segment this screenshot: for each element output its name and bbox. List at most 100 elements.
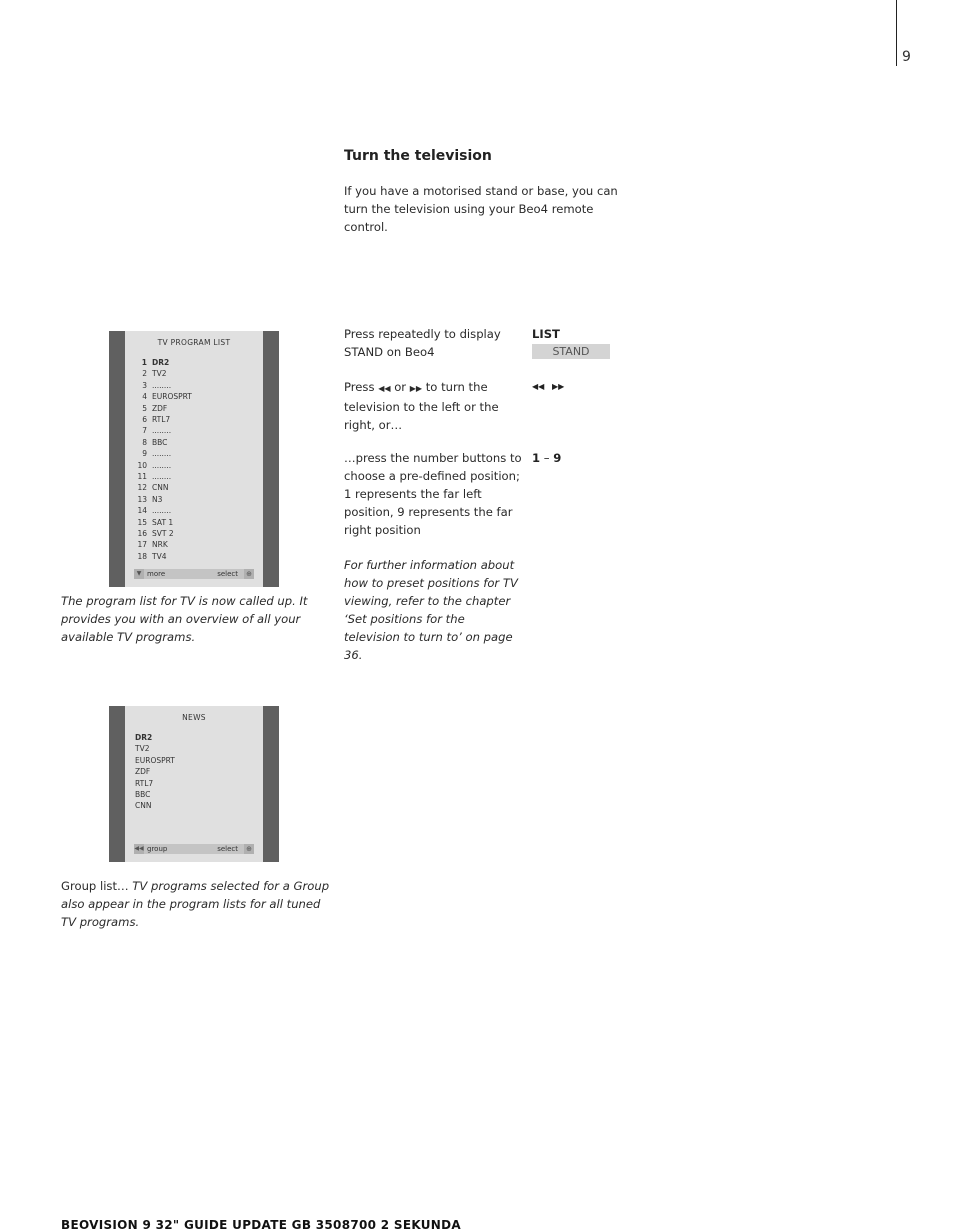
- program-name: N3: [152, 494, 163, 504]
- program-list-row[interactable]: 7........: [131, 426, 171, 435]
- section-heading: Turn the television: [344, 148, 492, 164]
- step-2-text-before: Press: [344, 380, 379, 394]
- number-key-to: 9: [553, 451, 562, 465]
- intro-paragraph: If you have a motorised stand or base, y…: [344, 184, 618, 234]
- program-name: TV4: [152, 551, 167, 561]
- program-name: SVT 2: [152, 529, 174, 538]
- program-name: ........: [152, 380, 172, 390]
- number-key-dash: –: [543, 451, 550, 465]
- program-number: 14: [137, 506, 147, 516]
- program-number: 15: [137, 517, 147, 527]
- program-name: CNN: [152, 483, 169, 493]
- page-rule: [896, 0, 897, 66]
- program-list-row[interactable]: 12 CNN: [131, 483, 168, 492]
- program-list-row[interactable]: 9........: [131, 449, 171, 458]
- group-label: group: [147, 845, 168, 853]
- number-key-from: 1: [532, 451, 541, 465]
- tv-program-list-title: TV PROGRAM LIST: [157, 338, 231, 347]
- page-number: 9: [902, 49, 911, 65]
- program-number: 2: [142, 369, 147, 379]
- program-name: NRK: [152, 540, 168, 550]
- program-number: 5: [142, 403, 147, 413]
- program-list-row[interactable]: 15 SAT 1: [131, 518, 173, 527]
- program-list-caption: The program list for TV is now called up…: [61, 594, 308, 644]
- program-list-row[interactable]: 6 RTL7: [131, 415, 170, 424]
- program-list-row[interactable]: 11........: [131, 472, 171, 481]
- globe-icon: ⊕: [244, 844, 254, 854]
- program-name: ........: [152, 472, 172, 481]
- rewind-key-icon: ◀◀: [532, 382, 545, 391]
- program-list-row[interactable]: 1 DR2: [131, 358, 169, 367]
- group-list-row[interactable]: RTL7: [135, 779, 153, 788]
- program-number: 10: [137, 460, 147, 470]
- program-number: 8: [142, 437, 147, 447]
- program-number: 3: [142, 380, 147, 390]
- program-name: ........: [152, 449, 172, 459]
- program-number: 11: [137, 472, 147, 481]
- step-3-text: …press the number buttons to choose a pr…: [344, 451, 522, 537]
- program-number: 7: [142, 426, 147, 436]
- step-2-text-mid: or: [390, 380, 410, 394]
- program-number: 4: [142, 392, 147, 402]
- step-2-text: Press ◀◀ or ▶▶ to turn the television to…: [344, 378, 522, 434]
- group-list-row[interactable]: EUROSPRT: [135, 756, 175, 765]
- tv-program-list-screen: TV PROGRAM LIST 1 DR2 2 TV2 3........ 4 EUROSP…: [109, 331, 279, 587]
- document-footer: BEOVISION 9 32" GUIDE UPDATE GB 3508700 …: [61, 1218, 461, 1232]
- program-name: ........: [152, 506, 172, 516]
- program-name: EUROSPRT: [152, 392, 192, 402]
- group-list-row[interactable]: DR2: [135, 733, 152, 742]
- fast-forward-icon: ▶▶: [409, 384, 423, 393]
- program-list-row[interactable]: 13 N3: [131, 495, 162, 504]
- program-name: DR2: [152, 358, 170, 367]
- program-list-row[interactable]: 4 EUROSPRT: [131, 392, 192, 401]
- tv-group-list-screen: NEWS DR2 TV2 EUROSPRT ZDF RTL7 BBC CNN ◀◀ grou…: [109, 706, 279, 862]
- fast-forward-key-icon: ▶▶: [551, 382, 565, 391]
- program-number: 13: [137, 494, 147, 504]
- program-number: 12: [137, 483, 147, 493]
- group-list-footer: ◀◀ group select ⊕: [134, 844, 254, 854]
- program-list-row[interactable]: 2 TV2: [131, 369, 166, 378]
- turn-keys: ◀◀ ▶▶: [532, 378, 564, 396]
- program-name: BBC: [152, 437, 168, 447]
- program-name: SAT 1: [152, 517, 174, 527]
- group-list-row[interactable]: TV2: [135, 744, 149, 753]
- down-arrow-icon: ▼: [134, 569, 144, 579]
- tv-program-list-footer: ▼ more select ⊕: [134, 569, 254, 579]
- more-label: more: [147, 570, 166, 578]
- group-list-caption-lead: Group list…: [61, 879, 133, 893]
- program-list-row[interactable]: 5 ZDF: [131, 404, 167, 413]
- further-info-note: For further information about how to pre…: [344, 558, 518, 662]
- group-list-title: NEWS: [182, 713, 206, 722]
- program-name: RTL7: [152, 415, 171, 424]
- program-name: ........: [152, 460, 172, 470]
- program-list-row[interactable]: 8 BBC: [131, 438, 167, 447]
- select-label: select: [217, 845, 238, 853]
- number-keys: 1 – 9: [532, 449, 561, 467]
- program-list-row[interactable]: 10........: [131, 461, 171, 470]
- globe-icon: ⊕: [244, 569, 254, 579]
- program-name: TV2: [152, 369, 167, 379]
- group-list-caption: Group list… TV programs selected for a G…: [61, 877, 331, 931]
- program-list-row[interactable]: 17 NRK: [131, 540, 168, 550]
- select-label: select: [217, 570, 238, 578]
- program-list-row[interactable]: 14........: [131, 506, 171, 515]
- rewind-icon: ◀◀: [134, 844, 144, 854]
- program-number: 16: [137, 529, 147, 538]
- program-number: 6: [142, 415, 147, 424]
- rewind-icon: ◀◀: [378, 384, 391, 393]
- program-list-row[interactable]: 16 SVT 2: [131, 529, 174, 538]
- program-list-row[interactable]: 3........: [131, 381, 171, 390]
- program-number: 18: [137, 551, 147, 561]
- list-key-label: LIST: [532, 327, 560, 341]
- program-number: 9: [142, 449, 147, 459]
- group-list-row[interactable]: BBC: [135, 790, 150, 799]
- group-list-row[interactable]: CNN: [135, 801, 151, 810]
- program-name: ........: [152, 426, 172, 436]
- program-number: 1: [141, 358, 147, 367]
- program-number: 17: [137, 540, 147, 550]
- program-list-row[interactable]: 18 TV4: [131, 552, 166, 561]
- stand-display: STAND: [532, 344, 610, 359]
- program-name: ZDF: [152, 403, 168, 413]
- group-list-row[interactable]: ZDF: [135, 767, 150, 776]
- step-1-text: Press repeatedly to display STAND on Beo…: [344, 327, 501, 359]
